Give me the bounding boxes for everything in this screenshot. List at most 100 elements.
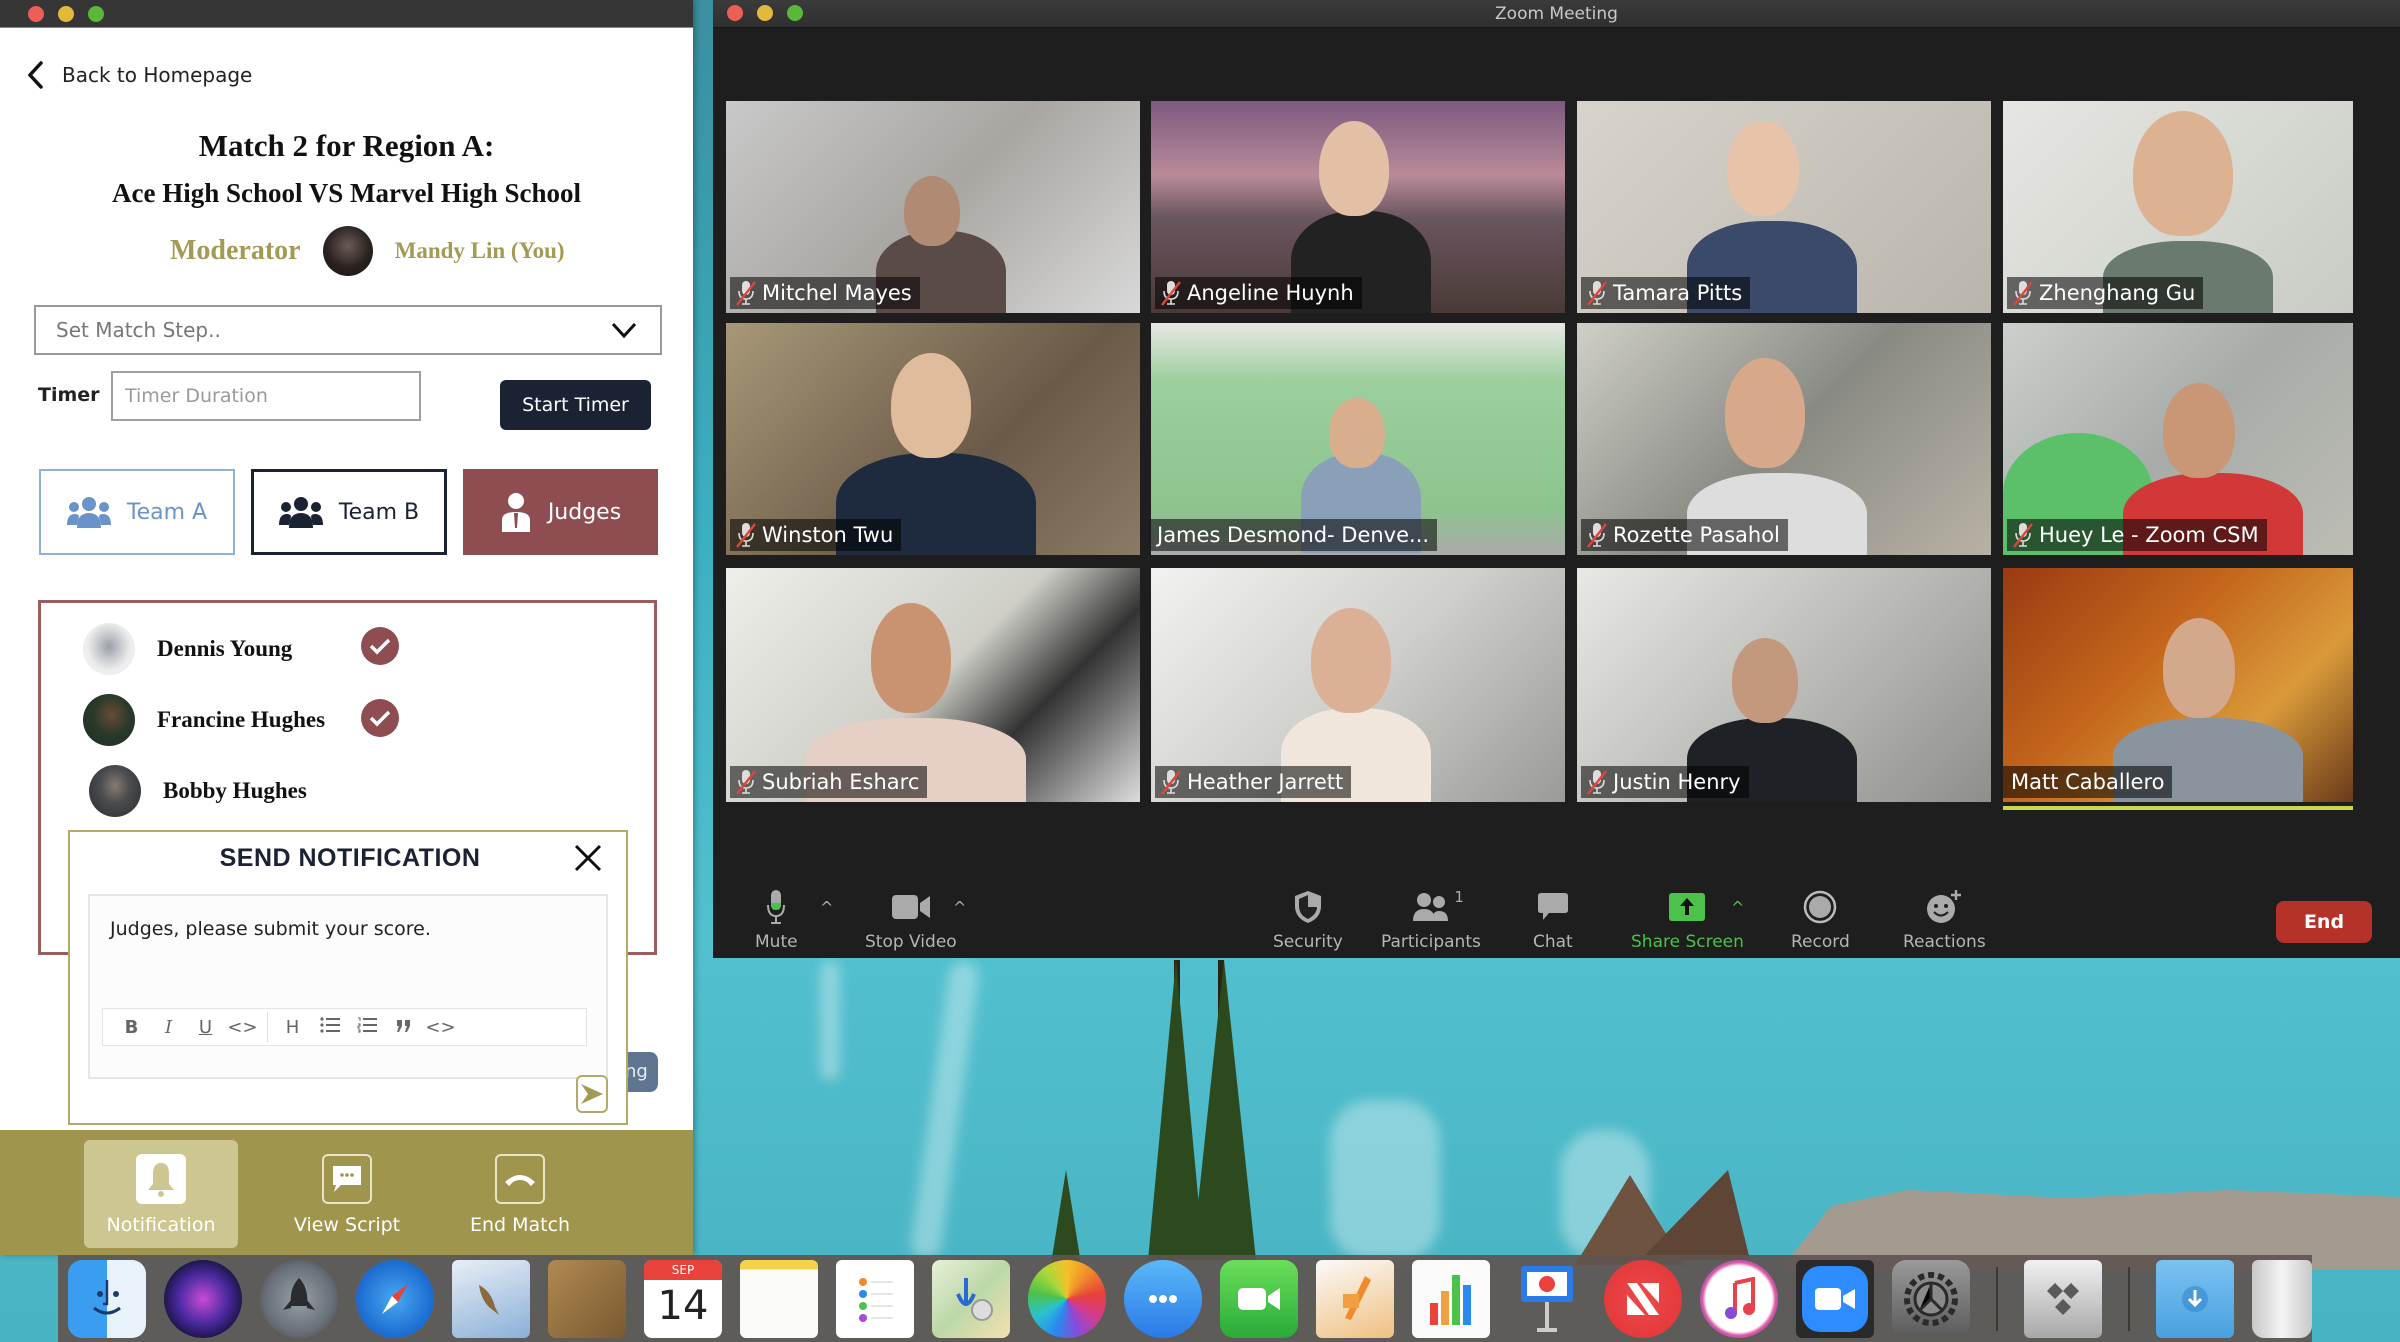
send-notification-modal: SEND NOTIFICATION Judges, please submit … [68, 830, 628, 1125]
siri-icon[interactable] [164, 1259, 242, 1338]
participants-button[interactable]: 1 Participants [1381, 888, 1481, 952]
tab-team-a[interactable]: Team A [39, 469, 235, 555]
preview-icon[interactable] [452, 1259, 530, 1338]
safari-icon[interactable] [356, 1259, 434, 1338]
numbers-icon[interactable] [1412, 1259, 1490, 1338]
video-tile[interactable]: Huey Le - Zoom CSM [2003, 323, 2353, 555]
bell-icon [136, 1154, 186, 1204]
photos-icon[interactable] [1028, 1259, 1106, 1338]
moderator-name: Mandy Lin (You) [394, 238, 565, 263]
bottom-nav: Notification View Script End Match [0, 1130, 693, 1255]
nav-notification[interactable]: Notification [84, 1140, 238, 1248]
nav-view-script[interactable]: View Script [270, 1140, 424, 1248]
calendar-month: SEP [644, 1259, 722, 1280]
video-options-caret[interactable]: ^ [953, 898, 966, 917]
video-tile[interactable]: Angeline Huynh [1151, 101, 1565, 313]
downloads-folder-icon[interactable] [2156, 1259, 2234, 1338]
tab-team-b-label: Team B [338, 499, 420, 525]
code-block-button[interactable]: <> [422, 1017, 459, 1038]
numbered-list-button[interactable] [348, 1017, 385, 1038]
participant-label: Angeline Huynh [1155, 277, 1362, 309]
news-icon[interactable] [1604, 1259, 1682, 1338]
notification-editor[interactable]: Judges, please submit your score. B I U … [88, 894, 608, 1079]
tab-team-a-label: Team A [126, 499, 208, 525]
submitted-check-icon [361, 699, 399, 737]
reactions-button[interactable]: Reactions [1903, 888, 1986, 952]
share-screen-label: Share Screen [1631, 932, 1744, 952]
messages-icon[interactable] [1124, 1259, 1202, 1338]
finder-icon[interactable] [68, 1259, 146, 1338]
stop-video-button[interactable]: Stop Video [865, 888, 957, 952]
reactions-icon [1927, 890, 1962, 923]
participant-name: Rozette Pasahol [1613, 523, 1780, 547]
video-tile[interactable]: Mitchel Mayes [726, 101, 1140, 313]
video-tile[interactable]: James Desmond- Denve... [1151, 323, 1565, 555]
video-tile[interactable]: Zhenghang Gu [2003, 101, 2353, 313]
inline-code-button[interactable]: <> [224, 1017, 261, 1038]
security-button[interactable]: Security [1273, 888, 1343, 952]
video-tile[interactable]: Heather Jarrett [1151, 568, 1565, 802]
record-button[interactable]: Record [1791, 888, 1850, 952]
send-notification-button[interactable] [576, 1075, 608, 1113]
participant-name: Huey Le - Zoom CSM [2039, 523, 2259, 547]
numbered-list-icon [357, 1017, 377, 1032]
partially-hidden-button[interactable]: ng [623, 1052, 658, 1092]
italic-button[interactable]: I [150, 1017, 187, 1038]
launchpad-icon[interactable] [260, 1259, 338, 1338]
close-icon[interactable] [572, 842, 604, 874]
quote-button[interactable] [385, 1017, 422, 1038]
video-tile[interactable]: Tamara Pitts [1577, 101, 1991, 313]
nav-end-match[interactable]: End Match [443, 1140, 597, 1248]
video-tile[interactable]: Winston Twu [726, 323, 1140, 555]
bulleted-list-button[interactable] [311, 1016, 348, 1038]
timer-duration-input[interactable] [111, 371, 421, 421]
tab-judges[interactable]: Judges [463, 469, 658, 555]
participant-label: Justin Henry [1581, 766, 1749, 798]
mic-muted-icon [736, 281, 756, 306]
chat-button[interactable]: Chat [1533, 888, 1573, 952]
participant-label: Huey Le - Zoom CSM [2007, 519, 2267, 551]
maximize-window-button[interactable] [88, 6, 104, 22]
end-meeting-button[interactable]: End [2276, 901, 2372, 943]
judge-name: Bobby Hughes [163, 778, 307, 803]
notification-message[interactable]: Judges, please submit your score. [110, 918, 431, 940]
judge-avatar [83, 623, 135, 675]
tab-team-b[interactable]: Team B [251, 469, 447, 555]
moderator-label: Moderator [170, 235, 301, 266]
music-icon[interactable] [1700, 1259, 1778, 1338]
contacts-icon[interactable] [548, 1259, 626, 1338]
audio-options-caret[interactable]: ^ [820, 898, 833, 917]
submitted-check-icon [361, 627, 399, 665]
back-to-homepage-link[interactable]: Back to Homepage [26, 60, 252, 90]
heading-button[interactable]: H [274, 1017, 311, 1038]
start-timer-button[interactable]: Start Timer [500, 380, 651, 430]
video-tile-active-speaker[interactable]: Matt Caballero [2003, 568, 2353, 810]
close-window-button[interactable] [28, 6, 44, 22]
keynote-icon[interactable] [1508, 1260, 1586, 1338]
video-tile[interactable]: Subriah Esharc [726, 568, 1140, 802]
boot-camp-icon[interactable] [2024, 1259, 2102, 1338]
mute-button[interactable]: Mute [755, 888, 798, 952]
share-screen-button[interactable]: Share Screen [1631, 888, 1744, 952]
trash-icon[interactable] [2252, 1259, 2312, 1338]
match-step-select[interactable]: Set Match Step.. [34, 305, 662, 355]
notes-icon[interactable] [740, 1259, 818, 1338]
video-tile[interactable]: Rozette Pasahol [1577, 323, 1991, 555]
video-tile[interactable]: Justin Henry [1577, 568, 1991, 802]
system-preferences-icon[interactable] [1892, 1259, 1970, 1338]
share-options-caret[interactable]: ^ [1731, 898, 1744, 917]
bold-button[interactable]: B [113, 1017, 150, 1038]
minimize-window-button[interactable] [58, 6, 74, 22]
zoom-app-icon[interactable] [1796, 1259, 1874, 1338]
underline-button[interactable]: U [187, 1017, 224, 1038]
judge-name: Dennis Young [157, 636, 293, 661]
judge-name: Francine Hughes [157, 707, 326, 732]
calendar-icon[interactable]: SEP 14 [644, 1259, 722, 1338]
maps-icon[interactable] [932, 1259, 1010, 1338]
pages-icon[interactable] [1316, 1259, 1394, 1338]
facetime-icon[interactable] [1220, 1259, 1298, 1338]
reminders-icon[interactable] [836, 1259, 914, 1338]
mic-muted-icon [1161, 770, 1181, 795]
back-link-label: Back to Homepage [62, 63, 253, 87]
mute-label: Mute [755, 932, 798, 952]
